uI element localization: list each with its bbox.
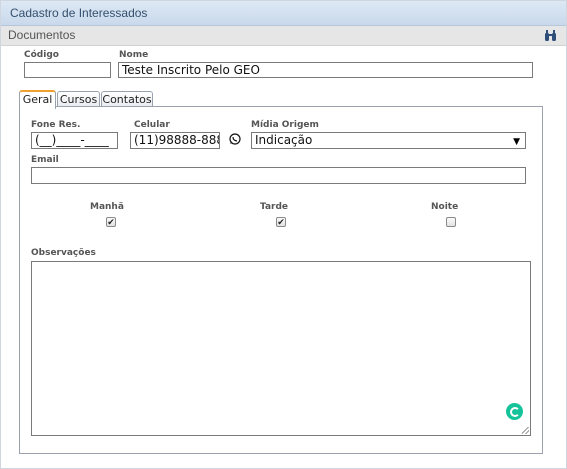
window-title: Cadastro de Interessados <box>10 6 148 20</box>
whatsapp-icon[interactable] <box>229 133 241 145</box>
noite-label: Noite <box>431 202 459 212</box>
celular-input[interactable]: (11)98888-8888 <box>130 132 220 149</box>
tarde-checkbox[interactable]: ✔ <box>276 217 286 227</box>
midia-select[interactable]: Indicação ▼ <box>251 132 526 149</box>
manha-label: Manhã <box>90 202 124 212</box>
codigo-input[interactable] <box>24 62 111 78</box>
resize-grip-icon[interactable] <box>522 427 529 434</box>
binoculars-icon[interactable] <box>544 29 557 42</box>
nome-input[interactable]: Teste Inscrito Pelo GEO <box>118 62 533 78</box>
section-bar: Documentos <box>1 26 566 46</box>
fone-label: Fone Res. <box>31 120 81 130</box>
grammarly-icon[interactable] <box>506 403 523 420</box>
manha-checkbox[interactable]: ✔ <box>106 217 116 227</box>
nome-label: Nome <box>119 50 149 60</box>
section-title: Documentos <box>8 28 76 42</box>
celular-label: Celular <box>134 120 170 130</box>
email-input[interactable] <box>31 167 526 184</box>
noite-checkbox[interactable] <box>446 217 456 227</box>
email-label: Email <box>31 155 59 165</box>
tarde-label: Tarde <box>260 202 289 212</box>
chevron-down-icon: ▼ <box>513 137 520 147</box>
midia-selected-value: Indicação <box>255 133 313 147</box>
tab-geral[interactable]: Geral <box>19 90 56 109</box>
observacoes-label: Observações <box>31 248 96 258</box>
midia-label: Mídia Origem <box>251 120 319 130</box>
codigo-label: Código <box>24 50 59 60</box>
observacoes-textarea[interactable] <box>31 261 531 436</box>
title-bar: Cadastro de Interessados <box>1 1 566 26</box>
fone-input[interactable]: (__)____-____ <box>31 132 118 149</box>
